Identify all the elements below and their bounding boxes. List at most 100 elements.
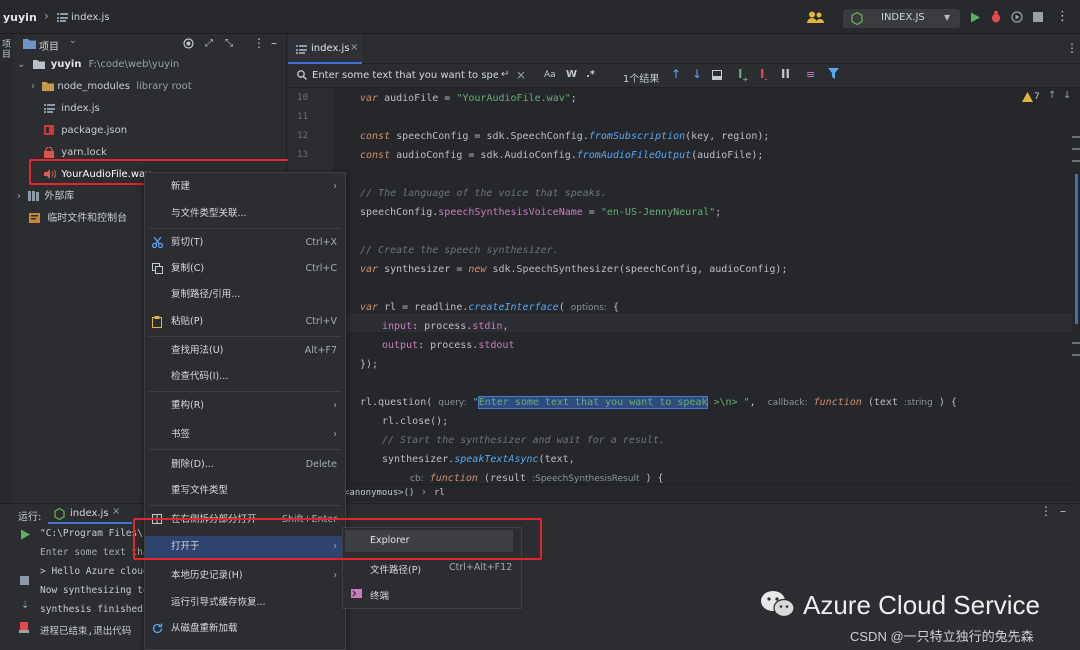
breadcrumb-item[interactable]: rl — [434, 488, 445, 498]
breadcrumb-item[interactable]: <anonymous>() — [344, 488, 414, 498]
run-config-selector[interactable]: INDEX.JS ▼ — [843, 9, 960, 28]
run-icon[interactable] — [970, 12, 980, 23]
hide-panel-icon[interactable]: – — [271, 36, 277, 50]
clear-icon[interactable] — [19, 622, 29, 633]
run-config-label: INDEX.JS — [881, 12, 925, 23]
open-in-window-icon[interactable] — [712, 70, 722, 80]
stop-icon[interactable] — [1033, 12, 1043, 22]
select-all-occurrences-icon[interactable]: II — [781, 67, 790, 81]
submenu-item-terminal[interactable]: 终端 — [345, 584, 521, 604]
newline-icon[interactable]: ↵ — [501, 69, 509, 80]
editor-scrollbar[interactable] — [1072, 88, 1080, 502]
menu-item-associate[interactable]: 与文件类型关联... — [145, 203, 345, 225]
menu-item-cache-recovery[interactable]: 运行引导式缓存恢复... — [145, 592, 345, 614]
warning-count: 7 — [1034, 92, 1040, 102]
code-breadcrumb: <anonymous>() › rl — [334, 484, 1072, 502]
tree-item-index-js[interactable]: index.js — [44, 99, 100, 119]
tab-index-js[interactable]: index.js × — [288, 34, 362, 64]
folder-icon — [42, 81, 55, 91]
panel-title[interactable]: 项目 — [39, 38, 59, 53]
menu-item-reload[interactable]: 从磁盘重新加载 — [145, 618, 345, 640]
match-case-toggle[interactable]: Aa — [544, 70, 556, 80]
next-match-icon[interactable]: ↓ — [692, 67, 702, 81]
menu-separator — [149, 336, 341, 337]
tree-item-node-modules[interactable]: › node_modules library root — [31, 77, 192, 97]
menu-item-copy-path[interactable]: 复制路径/引用... — [145, 284, 345, 306]
run-tab[interactable]: index.js × — [48, 504, 132, 524]
scroll-thumb[interactable] — [1075, 174, 1078, 324]
chevron-right-icon: › — [17, 191, 21, 202]
watermark-brand: Azure Cloud Service — [803, 590, 1040, 620]
chevron-right-icon: › — [31, 81, 35, 92]
scroll-to-end-icon[interactable]: ⇣ — [21, 600, 29, 611]
menu-separator — [149, 391, 341, 392]
submenu-item-file-path[interactable]: 文件路径(P) Ctrl+Alt+F12 — [345, 558, 521, 578]
debug-icon[interactable] — [990, 11, 1002, 23]
tree-item-external-libs[interactable]: › 外部库 — [17, 187, 74, 207]
menu-item-override-type[interactable]: 重写文件类型 — [145, 480, 345, 502]
options-icon[interactable]: ⋮ — [1040, 504, 1052, 518]
code-line: }); — [360, 359, 379, 370]
close-icon[interactable]: × — [350, 42, 358, 53]
breadcrumb-file[interactable]: index.js — [71, 12, 110, 23]
minimize-icon[interactable]: – — [1060, 504, 1066, 518]
code-editor[interactable]: var audioFile = "YourAudioFile.wav"; con… — [334, 88, 1072, 484]
remove-occurrence-icon[interactable]: I- — [760, 67, 767, 83]
folder-icon — [23, 38, 36, 49]
tree-label: yuyin — [50, 59, 82, 70]
project-name[interactable]: yuyin — [3, 11, 37, 24]
options-icon[interactable]: ⋮ — [253, 36, 265, 50]
tree-item-root[interactable]: ⌄ yuyin F:\code\web\yuyin — [17, 55, 179, 75]
code-line: input: process.stdin, — [382, 321, 509, 332]
menu-item-bookmarks[interactable]: 书签 › — [145, 424, 345, 446]
filter-icon[interactable] — [828, 68, 839, 79]
watermark-credit: CSDN @一只特立独行的兔先森 — [850, 629, 1034, 644]
search-match: Enter some text that you want to speak — [477, 396, 709, 409]
code-line: synthesizer.speakTextAsync(text, — [382, 454, 575, 465]
locate-icon[interactable] — [183, 38, 194, 49]
scissors-icon — [152, 237, 163, 248]
menu-item-paste[interactable]: 粘贴(P) Ctrl+V — [145, 311, 345, 333]
prev-match-icon[interactable]: ↑ — [671, 67, 681, 81]
scroll-marker — [1072, 148, 1080, 150]
project-tool-window-icon[interactable]: 项目 — [2, 40, 11, 60]
search-input[interactable]: Enter some text that you want to speak — [312, 70, 498, 81]
npm-icon — [44, 125, 54, 135]
prev-highlight-icon[interactable]: ↑ — [1048, 90, 1056, 101]
tree-item-scratches[interactable]: 临时文件和控制台 — [29, 209, 127, 229]
chevron-down-icon[interactable]: ⌄ — [69, 36, 77, 46]
menu-item-local-history[interactable]: 本地历史记录(H) › — [145, 565, 345, 587]
menu-item-copy[interactable]: 复制(C) Ctrl+C — [145, 258, 345, 280]
menu-item-refactor[interactable]: 重构(R) › — [145, 395, 345, 417]
collapse-all-icon[interactable]: ⤡ — [225, 38, 233, 49]
code-line: rl.close(); — [382, 416, 449, 427]
menu-item-find-usages[interactable]: 查找用法(U) Alt+F7 — [145, 340, 345, 362]
menu-item-new[interactable]: 新建 › — [145, 176, 345, 198]
users-icon[interactable] — [807, 11, 825, 23]
rerun-icon[interactable] — [20, 529, 30, 540]
regex-toggle[interactable]: .* — [586, 69, 595, 80]
more-icon[interactable]: ⋮ — [1056, 9, 1069, 24]
menu-item-delete[interactable]: 删除(D)... Delete — [145, 454, 345, 476]
whole-word-toggle[interactable]: W — [566, 69, 577, 80]
tree-label: yarn.lock — [61, 147, 107, 158]
close-icon[interactable]: × — [516, 68, 526, 82]
match-count: 1个结果 — [623, 74, 660, 85]
more-tabs-icon[interactable]: ⋮ — [1066, 41, 1078, 55]
stop-icon[interactable] — [20, 576, 29, 585]
context-menu: 新建 › 与文件类型关联... 剪切(T) Ctrl+X 复制(C) Ctrl+C 复… — [144, 172, 346, 650]
highlight-box-open-in — [133, 518, 542, 560]
next-highlight-icon[interactable]: ↓ — [1063, 90, 1071, 101]
coverage-icon[interactable] — [1011, 11, 1023, 23]
close-icon[interactable]: × — [112, 506, 120, 517]
expand-all-icon[interactable]: ⤢ — [205, 38, 213, 49]
filter-results-icon[interactable]: ≡ — [806, 68, 815, 81]
code-comment: // The language of the voice that speaks… — [360, 188, 607, 199]
tree-path: F:\code\web\yuyin — [88, 59, 180, 70]
tree-label: index.js — [61, 103, 100, 114]
warning-icon[interactable] — [1022, 92, 1033, 102]
menu-item-inspect[interactable]: 检查代码(I)... — [145, 366, 345, 388]
add-occurrence-icon[interactable]: I+ — [738, 67, 748, 83]
menu-item-cut[interactable]: 剪切(T) Ctrl+X — [145, 232, 345, 254]
tree-item-package-json[interactable]: package.json — [44, 121, 127, 141]
